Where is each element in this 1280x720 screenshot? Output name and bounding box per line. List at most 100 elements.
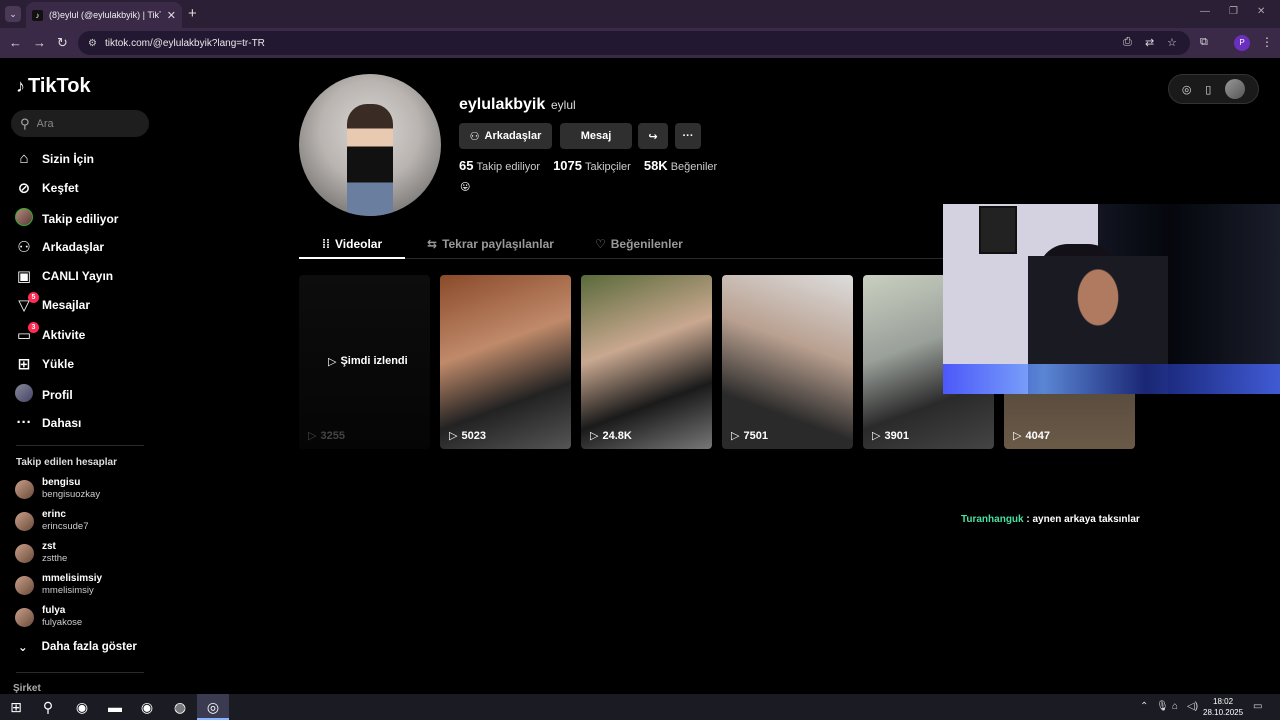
- nav-more[interactable]: ··· Dahası: [15, 414, 82, 431]
- clock-date: 28.10.2025: [1203, 708, 1244, 717]
- restore-icon[interactable]: ❐: [1229, 6, 1238, 17]
- browser-tab[interactable]: ♪ (8)eylul (@eylulakbyik) | TikTok ✕: [26, 2, 182, 28]
- account-name: fulya: [42, 605, 66, 616]
- nav-activity[interactable]: ▭ 3 Aktivite: [15, 322, 86, 344]
- tab-reposts[interactable]: ⇆ Tekrar paylaşılanlar: [427, 237, 554, 251]
- install-app-icon[interactable]: ⎙: [1123, 36, 1132, 49]
- bookmark-star-icon[interactable]: ☆: [1167, 36, 1177, 49]
- following-account[interactable]: mmelisimsiy mmelisimsiy: [15, 573, 102, 597]
- view-count: 3901: [884, 429, 909, 442]
- user-avatar[interactable]: [1225, 79, 1246, 99]
- mic-icon[interactable]: 🎙: [1156, 701, 1169, 712]
- taskbar-search-icon[interactable]: ⚲: [37, 697, 59, 717]
- search-icon: ⚲: [20, 115, 30, 131]
- nav-live[interactable]: ▣ CANLI Yayın: [15, 267, 113, 285]
- video-card[interactable]: ▷ 5023: [440, 275, 571, 449]
- close-tab-icon[interactable]: ✕: [167, 9, 176, 22]
- likes-stat-label: Beğeniler: [670, 161, 718, 173]
- play-icon: ▷: [308, 430, 317, 442]
- following-account[interactable]: erinc erincsude7: [15, 509, 88, 533]
- video-views: ▷ 3255: [308, 429, 345, 443]
- network-icon[interactable]: ⌂: [1172, 701, 1178, 712]
- video-card[interactable]: ▷ 24.8K: [581, 275, 712, 449]
- phone-icon[interactable]: ▯: [1205, 83, 1211, 96]
- tiktok-logo[interactable]: ♪ TikTok: [16, 75, 91, 98]
- friends-icon: ⚇: [17, 239, 31, 256]
- account-avatar: [15, 607, 34, 627]
- search-box[interactable]: ⚲: [11, 110, 149, 137]
- top-right-controls: ◎ ▯: [1168, 74, 1259, 104]
- site-info-icon[interactable]: ⚙: [88, 38, 97, 49]
- back-icon[interactable]: ←: [9, 35, 22, 50]
- following-account[interactable]: bengisu bengisuozkay: [15, 477, 100, 501]
- more-options-button[interactable]: ···: [675, 123, 701, 149]
- likes-count: 58K: [643, 158, 668, 173]
- tab-reposts-label: Tekrar paylaşılanlar: [442, 237, 554, 251]
- divider: [16, 445, 144, 446]
- nav-friends[interactable]: ⚇ Arkadaşlar: [15, 238, 104, 256]
- following-count: 65: [459, 158, 474, 173]
- minimize-icon[interactable]: —: [1200, 6, 1210, 17]
- show-more-button[interactable]: ⌄ Daha fazla göster: [18, 640, 137, 654]
- play-icon: ▷: [328, 356, 337, 368]
- following-account[interactable]: fulya fulyakose: [15, 605, 82, 629]
- forward-icon[interactable]: →: [33, 35, 46, 50]
- tiktok-note-icon: ♪: [16, 76, 25, 96]
- volume-icon[interactable]: ◁): [1187, 701, 1198, 712]
- nav-label: Keşfet: [42, 181, 79, 195]
- followers-stat[interactable]: 1075 Takipçiler: [553, 158, 631, 173]
- nav-explore[interactable]: ⊘ Keşfet: [15, 179, 79, 197]
- obs-icon[interactable]: ◍: [169, 697, 191, 717]
- account-avatar: [15, 511, 34, 531]
- nav-for-you[interactable]: ⌂ Sizin İçin: [15, 150, 94, 167]
- extensions-icon[interactable]: ⧉: [1200, 36, 1208, 49]
- video-views: ▷ 3901: [872, 429, 909, 443]
- chevron-down-icon: ⌄: [18, 642, 28, 654]
- video-card[interactable]: ▷ Şimdi izlendi ▷ 3255: [299, 275, 430, 449]
- reload-icon[interactable]: ↻: [57, 35, 68, 51]
- translate-icon[interactable]: ⇄: [1145, 36, 1154, 49]
- browser-profile-avatar[interactable]: P: [1234, 35, 1250, 51]
- nav-upload[interactable]: ⊞ Yükle: [15, 355, 74, 373]
- nav-following[interactable]: Takip ediliyor: [15, 208, 118, 230]
- tab-videos[interactable]: ⁞⁞ Videolar: [322, 237, 382, 251]
- nav-profile[interactable]: Profil: [15, 384, 73, 406]
- profile-stats: 65 Takip ediliyor 1075 Takipçiler 58K Beğen…: [459, 158, 717, 173]
- watched-text: Şimdi izlendi: [340, 355, 408, 367]
- message-button[interactable]: Mesaj: [560, 123, 632, 149]
- chrome-profile-icon[interactable]: ◉: [136, 697, 158, 717]
- chrome-icon[interactable]: ◉: [71, 697, 93, 717]
- browser-menu-icon[interactable]: ⋮: [1261, 35, 1273, 49]
- upload-icon: ⊞: [17, 356, 31, 373]
- active-app-icon[interactable]: ◎: [202, 697, 224, 717]
- new-tab-icon[interactable]: +: [188, 5, 197, 22]
- system-clock[interactable]: 18:02 28.10.2025: [1203, 696, 1243, 718]
- following-stat[interactable]: 65 Takip ediliyor: [459, 158, 540, 173]
- send-icon: ▽ 5: [15, 292, 39, 314]
- play-icon: ▷: [872, 430, 881, 442]
- tray-chevron-icon[interactable]: ⌃: [1140, 701, 1148, 712]
- tab-liked[interactable]: ♡ Beğenilenler: [595, 237, 683, 251]
- friends-button[interactable]: ⚇ Arkadaşlar: [459, 123, 552, 149]
- search-input[interactable]: [36, 117, 137, 130]
- compass-icon[interactable]: ◎: [1182, 83, 1192, 96]
- windows-start-icon[interactable]: ⊞: [5, 697, 27, 717]
- nav-messages[interactable]: ▽ 5 Mesajlar: [15, 292, 90, 314]
- share-button[interactable]: ↪: [638, 123, 668, 149]
- profile-username: eylulakbyik: [459, 96, 546, 113]
- close-window-icon[interactable]: ✕: [1257, 6, 1265, 17]
- account-handle: zstthe: [42, 553, 68, 564]
- following-account[interactable]: zst zstthe: [15, 541, 67, 565]
- address-bar[interactable]: ⚙ tiktok.com/@eylulakbyik?lang=tr-TR: [78, 31, 1190, 55]
- play-icon: ▷: [1013, 430, 1022, 442]
- notifications-icon[interactable]: ▭: [1253, 701, 1262, 712]
- view-count: 3255: [320, 429, 345, 442]
- play-icon: ▷: [731, 430, 740, 442]
- tab-search-button[interactable]: ⌄: [5, 6, 21, 22]
- profile-photo[interactable]: [299, 74, 441, 216]
- profile-avatar: [15, 384, 33, 402]
- video-card[interactable]: ▷ 7501: [722, 275, 853, 449]
- file-explorer-icon[interactable]: ▬: [104, 697, 126, 717]
- company-link[interactable]: Şirket: [13, 683, 41, 694]
- nav-label: Aktivite: [42, 328, 86, 342]
